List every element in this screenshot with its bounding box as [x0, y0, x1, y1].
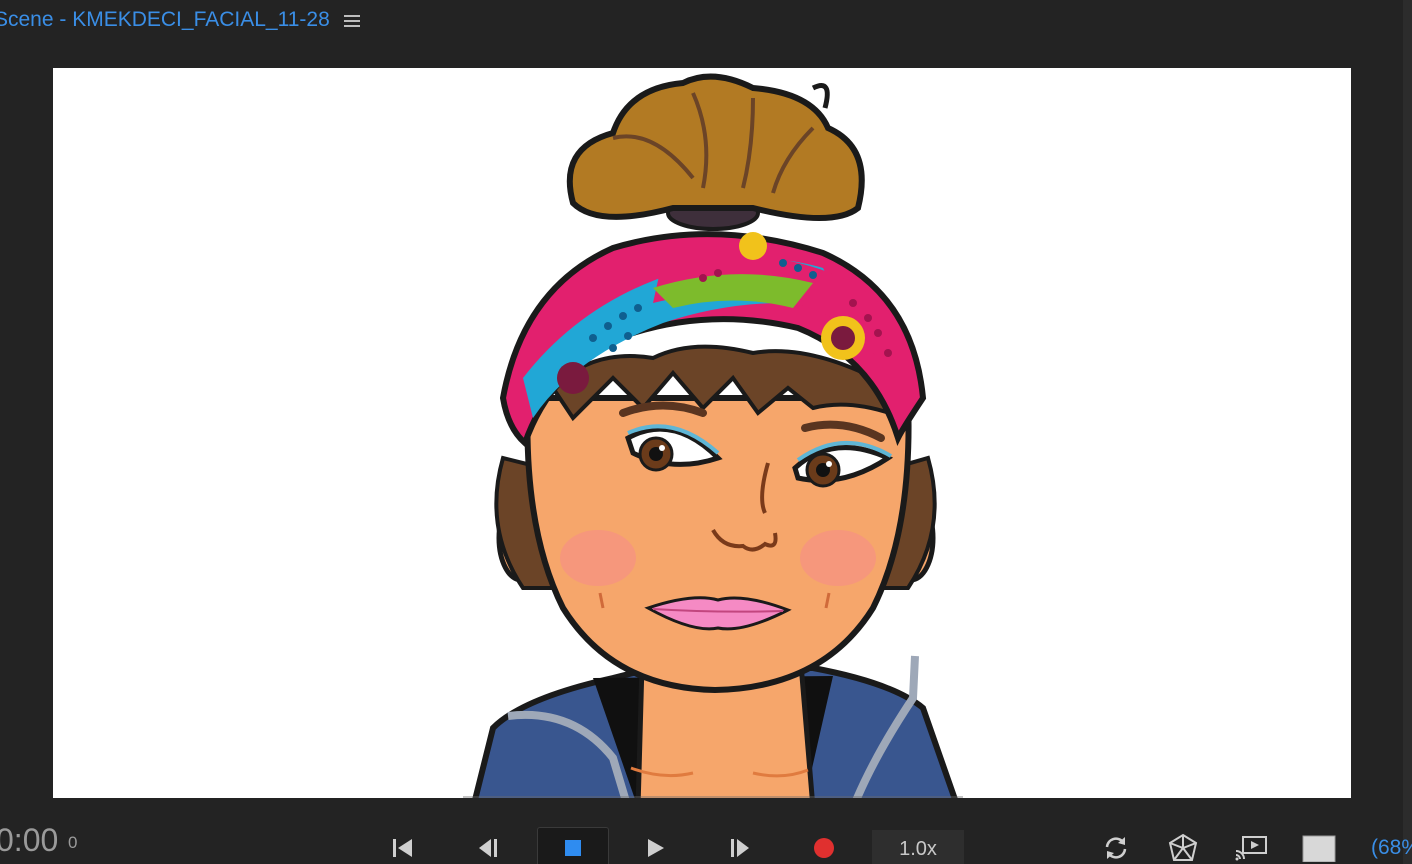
stop-button[interactable]	[537, 827, 609, 864]
zoom-level[interactable]: (68%	[1371, 836, 1412, 860]
cast-button[interactable]	[1231, 828, 1271, 864]
step-forward-button[interactable]	[719, 828, 759, 864]
record-button[interactable]	[804, 828, 844, 864]
cartoon-avatar-image	[463, 73, 963, 798]
panel-divider	[1403, 0, 1412, 864]
step-back-button[interactable]	[469, 828, 509, 864]
color-swatch-icon	[1302, 835, 1336, 862]
playback-speed-button[interactable]: 1.0x	[872, 830, 964, 864]
panel-header: Scene - KMEKDECI_FACIAL_11-28	[0, 0, 1400, 42]
current-timecode[interactable]: 0:00	[0, 822, 58, 858]
hamburger-menu-icon[interactable]	[343, 12, 361, 30]
go-to-start-button[interactable]	[383, 828, 423, 864]
stop-icon	[565, 840, 581, 856]
skip-to-start-icon	[393, 839, 412, 857]
step-forward-icon	[731, 839, 749, 857]
3d-view-button[interactable]	[1163, 828, 1203, 864]
polyhedron-icon	[1168, 833, 1198, 861]
scene-viewport[interactable]	[53, 68, 1351, 798]
loop-icon	[1105, 837, 1127, 859]
play-icon	[648, 839, 664, 857]
panel-title[interactable]: Scene - KMEKDECI_FACIAL_11-28	[0, 8, 330, 32]
loop-button[interactable]	[1096, 828, 1136, 864]
background-color-button[interactable]	[1299, 828, 1339, 864]
cast-icon	[1235, 836, 1267, 861]
play-button[interactable]	[635, 828, 675, 864]
record-icon	[814, 838, 834, 858]
scene-panel: Scene - KMEKDECI_FACIAL_11-28 0:00 0 1.0…	[0, 0, 1412, 864]
step-back-icon	[479, 839, 497, 857]
current-frame: 0	[68, 833, 78, 852]
